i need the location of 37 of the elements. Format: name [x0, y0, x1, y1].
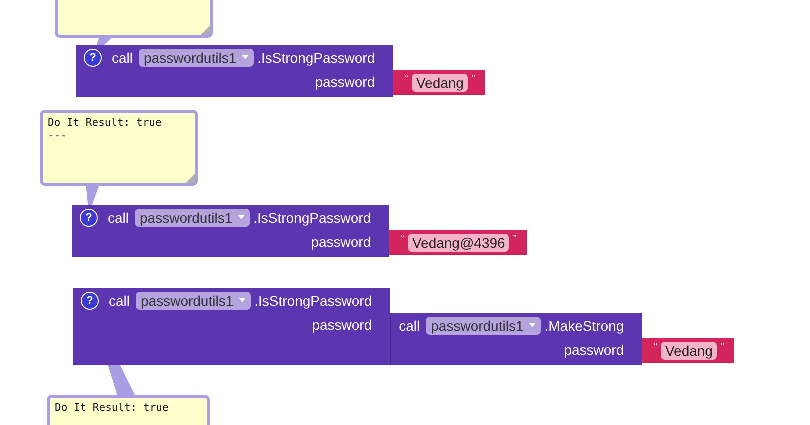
quote-mark: ”	[472, 74, 476, 85]
help-button[interactable]: ?	[81, 292, 99, 310]
quote-mark: “	[654, 342, 658, 353]
result-line: Do It Result: true	[48, 117, 163, 130]
caret-icon	[238, 215, 245, 220]
caret-icon	[528, 323, 536, 328]
call-label: call	[112, 50, 134, 66]
param-label: password	[564, 342, 624, 359]
result-line: ---	[48, 130, 68, 143]
call-label: call	[399, 318, 420, 334]
call-label: call	[109, 292, 130, 308]
quote-mark: “	[405, 74, 408, 85]
method-label: .IsStrongPassword	[254, 292, 372, 308]
quote-mark: ”	[513, 234, 517, 245]
text-value-field[interactable]: Vedang	[412, 74, 468, 92]
help-button[interactable]: ?	[80, 208, 98, 226]
quote-mark: “	[401, 234, 404, 245]
caret-icon	[242, 55, 249, 60]
call-label: call	[108, 210, 130, 226]
param-label: password	[311, 234, 372, 251]
param-label: password	[312, 317, 372, 334]
quote-mark: ”	[720, 342, 724, 353]
resize-grip-icon[interactable]	[201, 26, 210, 35]
component-dropdown[interactable]: passwordutils1	[135, 208, 250, 226]
component-dropdown[interactable]: passwordutils1	[136, 292, 251, 310]
resize-grip-icon[interactable]	[186, 174, 195, 183]
method-label: .IsStrongPassword	[258, 50, 376, 66]
help-button[interactable]: ?	[84, 48, 102, 66]
caret-icon	[238, 298, 246, 303]
component-dropdown[interactable]: passwordutils1	[426, 316, 541, 334]
text-value-field[interactable]: Vedang@4396	[408, 234, 510, 252]
result-line: Do It Result: true	[55, 402, 170, 415]
method-label: .IsStrongPassword	[254, 210, 372, 226]
method-label: .MakeStrong	[544, 318, 624, 334]
text-value-field[interactable]: Vedang	[661, 342, 717, 360]
param-label: password	[315, 74, 376, 91]
component-dropdown[interactable]: passwordutils1	[139, 48, 254, 66]
